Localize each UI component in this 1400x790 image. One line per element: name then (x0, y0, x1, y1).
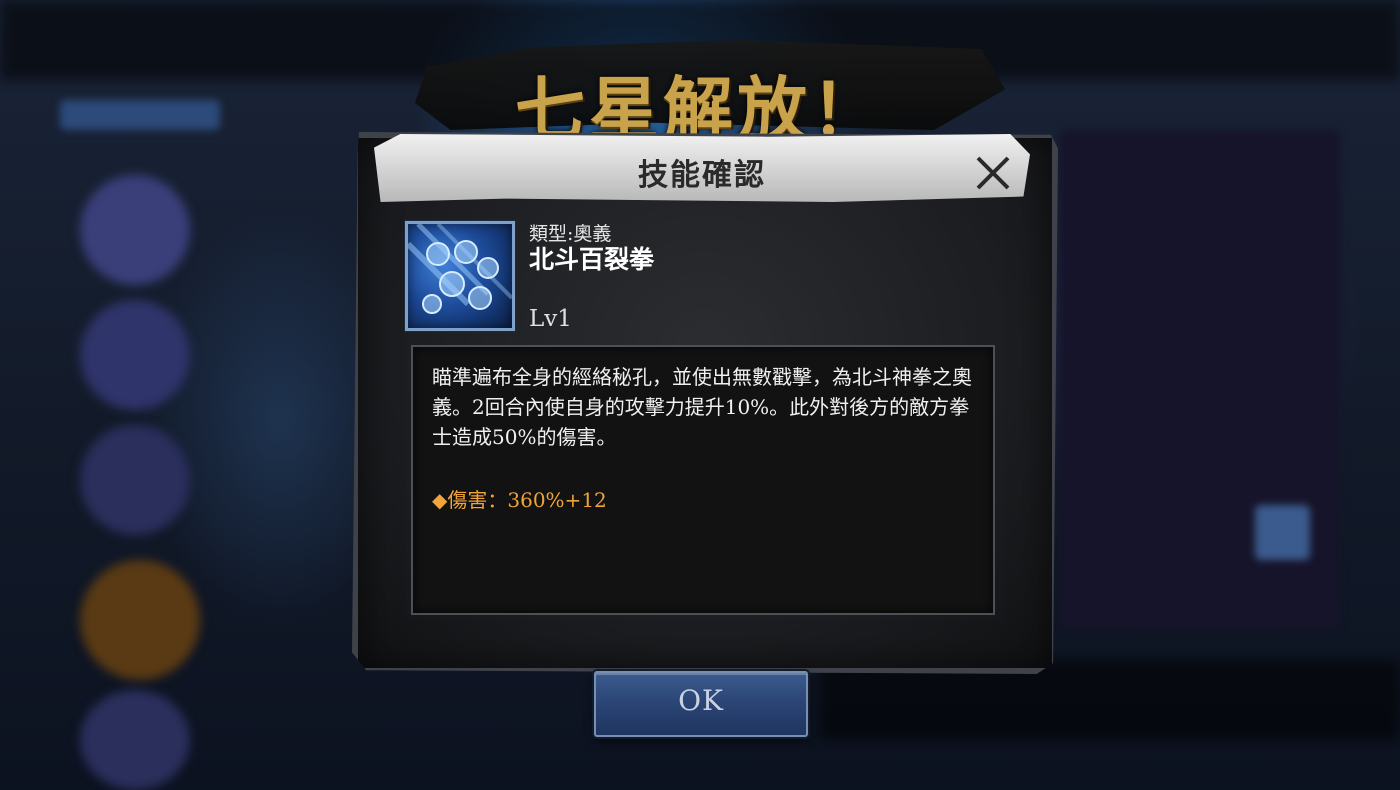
skill-icon (405, 221, 515, 331)
background-portrait (80, 300, 190, 410)
close-button[interactable] (970, 150, 1016, 196)
skill-damage: ◆傷害：360%+12 (432, 488, 607, 512)
background-portrait (80, 425, 190, 535)
background-portrait (80, 560, 200, 680)
ok-button-label: OK (678, 684, 724, 717)
skill-description: 瞄準遍布全身的經絡秘孔，並使出無數戳擊，為北斗神拳之奧義。2回合內使自身的攻擊力… (432, 365, 972, 449)
background-portrait (80, 690, 190, 790)
close-icon (976, 156, 1010, 190)
fists-icon (408, 224, 512, 314)
skill-level: Lv1 (529, 306, 572, 332)
dialog-title: 技能確認 (638, 158, 766, 193)
skill-name: 北斗百裂拳 (529, 245, 655, 274)
background-right-icon (1255, 505, 1310, 560)
background-portrait (80, 175, 190, 285)
